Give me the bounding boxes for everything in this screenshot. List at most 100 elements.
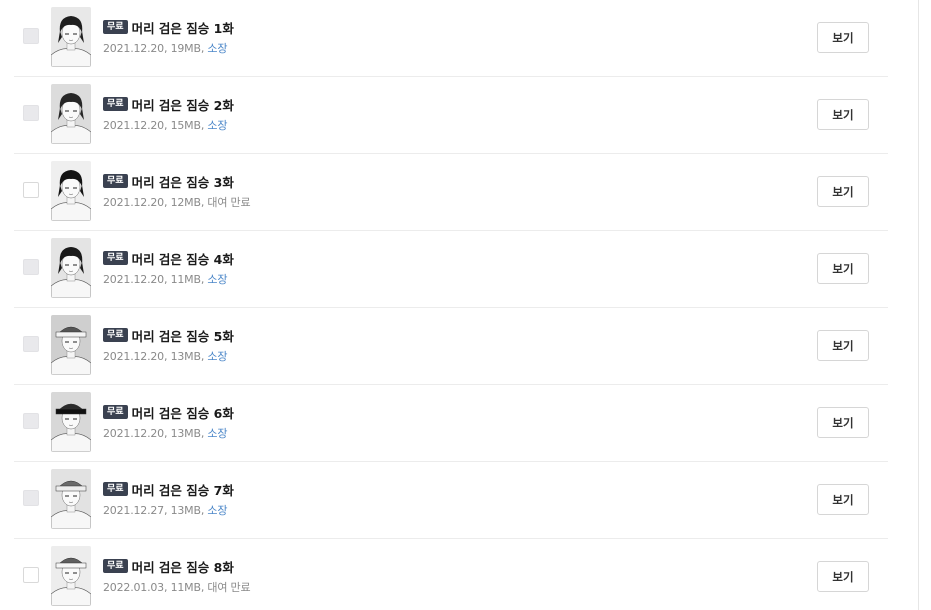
episode-row: 무료 머리 검은 짐승 2화 2021.12.20, 15MB, 소장 보기 [14, 77, 888, 154]
episode-thumbnail[interactable] [51, 84, 91, 144]
episode-status: 소장 [207, 504, 228, 517]
view-button[interactable]: 보기 [817, 330, 869, 361]
episode-date: 2021.12.20 [103, 42, 164, 55]
episode-thumbnail[interactable] [51, 546, 91, 606]
episode-date: 2021.12.20 [103, 350, 164, 363]
episode-thumbnail[interactable] [51, 161, 91, 221]
episode-title[interactable]: 머리 검은 짐승 4화 [132, 249, 234, 268]
episode-cover-icon [51, 238, 91, 298]
episode-cover-icon [51, 7, 91, 67]
episode-date: 2021.12.27 [103, 504, 164, 517]
episode-meta: 2022.01.03, 11MB, 대여 만료 [103, 581, 251, 594]
episode-status: 소장 [207, 273, 228, 286]
episode-status: 대여 만료 [207, 581, 251, 594]
episode-title[interactable]: 머리 검은 짐승 1화 [132, 18, 234, 37]
episode-size: 13MB [170, 350, 201, 363]
episode-date: 2021.12.20 [103, 119, 164, 132]
episode-thumbnail[interactable] [51, 469, 91, 529]
episode-title-line: 무료 머리 검은 짐승 7화 [103, 480, 234, 498]
view-button[interactable]: 보기 [817, 561, 869, 592]
episode-thumbnail[interactable] [51, 238, 91, 298]
episode-meta: 2021.12.20, 13MB, 소장 [103, 350, 228, 363]
episode-row: 무료 머리 검은 짐승 7화 2021.12.27, 13MB, 소장 보기 [14, 462, 888, 539]
episode-size: 11MB [170, 273, 201, 286]
episode-size: 13MB [170, 427, 201, 440]
episode-date: 2021.12.20 [103, 196, 164, 209]
free-badge: 무료 [103, 482, 128, 496]
view-button[interactable]: 보기 [817, 99, 869, 130]
episode-select-checkbox[interactable] [23, 182, 39, 198]
episode-title-line: 무료 머리 검은 짐승 1화 [103, 18, 234, 36]
view-button[interactable]: 보기 [817, 22, 869, 53]
episode-meta: 2021.12.20, 15MB, 소장 [103, 119, 228, 132]
free-badge: 무료 [103, 174, 128, 188]
episode-info: 무료 머리 검은 짐승 7화 2021.12.27, 13MB, 소장 [103, 480, 234, 518]
episode-size: 13MB [170, 504, 201, 517]
episode-title[interactable]: 머리 검은 짐승 3화 [132, 172, 234, 191]
episode-select-checkbox[interactable] [23, 490, 39, 506]
episode-cover-icon [51, 315, 91, 375]
episode-size: 11MB [170, 581, 201, 594]
episode-row: 무료 머리 검은 짐승 8화 2022.01.03, 11MB, 대여 만료 보… [14, 539, 888, 610]
episode-select-checkbox[interactable] [23, 259, 39, 275]
episode-status: 소장 [207, 119, 228, 132]
episode-date: 2021.12.20 [103, 273, 164, 286]
episode-thumbnail[interactable] [51, 392, 91, 452]
episode-list: 무료 머리 검은 짐승 1화 2021.12.20, 19MB, 소장 보기 무… [14, 0, 888, 610]
episode-cover-icon [51, 546, 91, 606]
episode-title-line: 무료 머리 검은 짐승 5화 [103, 326, 234, 344]
episode-cover-icon [51, 161, 91, 221]
free-badge: 무료 [103, 559, 128, 573]
episode-cover-icon [51, 392, 91, 452]
episode-title[interactable]: 머리 검은 짐승 6화 [132, 403, 234, 422]
free-badge: 무료 [103, 251, 128, 265]
episode-status: 소장 [207, 42, 228, 55]
episode-title[interactable]: 머리 검은 짐승 7화 [132, 480, 234, 499]
episode-meta: 2021.12.20, 13MB, 소장 [103, 427, 228, 440]
episode-meta: 2021.12.20, 12MB, 대여 만료 [103, 196, 251, 209]
view-button[interactable]: 보기 [817, 253, 869, 284]
episode-row: 무료 머리 검은 짐승 5화 2021.12.20, 13MB, 소장 보기 [14, 308, 888, 385]
free-badge: 무료 [103, 405, 128, 419]
episode-date: 2021.12.20 [103, 427, 164, 440]
episode-title-line: 무료 머리 검은 짐승 3화 [103, 172, 250, 190]
episode-size: 19MB [170, 42, 201, 55]
free-badge: 무료 [103, 20, 128, 34]
view-button[interactable]: 보기 [817, 484, 869, 515]
episode-status: 대여 만료 [207, 196, 251, 209]
episode-select-checkbox[interactable] [23, 413, 39, 429]
episode-row: 무료 머리 검은 짐승 6화 2021.12.20, 13MB, 소장 보기 [14, 385, 888, 462]
episode-title[interactable]: 머리 검은 짐승 5화 [132, 326, 234, 345]
episode-row: 무료 머리 검은 짐승 4화 2021.12.20, 11MB, 소장 보기 [14, 231, 888, 308]
episode-info: 무료 머리 검은 짐승 2화 2021.12.20, 15MB, 소장 [103, 95, 234, 133]
episode-info: 무료 머리 검은 짐승 1화 2021.12.20, 19MB, 소장 [103, 18, 234, 56]
episode-title[interactable]: 머리 검은 짐승 2화 [132, 95, 234, 114]
episode-status: 소장 [207, 350, 228, 363]
episode-info: 무료 머리 검은 짐승 3화 2021.12.20, 12MB, 대여 만료 [103, 172, 251, 210]
episode-select-checkbox[interactable] [23, 105, 39, 121]
episode-meta: 2021.12.27, 13MB, 소장 [103, 504, 228, 517]
episode-list-page: 무료 머리 검은 짐승 1화 2021.12.20, 19MB, 소장 보기 무… [0, 0, 931, 610]
episode-select-checkbox[interactable] [23, 336, 39, 352]
view-button[interactable]: 보기 [817, 407, 869, 438]
view-button[interactable]: 보기 [817, 176, 869, 207]
free-badge: 무료 [103, 328, 128, 342]
episode-info: 무료 머리 검은 짐승 5화 2021.12.20, 13MB, 소장 [103, 326, 234, 364]
episode-date: 2022.01.03 [103, 581, 164, 594]
episode-thumbnail[interactable] [51, 315, 91, 375]
episode-thumbnail[interactable] [51, 7, 91, 67]
episode-info: 무료 머리 검은 짐승 6화 2021.12.20, 13MB, 소장 [103, 403, 234, 441]
episode-select-checkbox[interactable] [23, 567, 39, 583]
episode-title-line: 무료 머리 검은 짐승 2화 [103, 95, 234, 113]
episode-cover-icon [51, 469, 91, 529]
episode-info: 무료 머리 검은 짐승 4화 2021.12.20, 11MB, 소장 [103, 249, 234, 287]
episode-info: 무료 머리 검은 짐승 8화 2022.01.03, 11MB, 대여 만료 [103, 557, 251, 595]
episode-row: 무료 머리 검은 짐승 3화 2021.12.20, 12MB, 대여 만료 보… [14, 154, 888, 231]
episode-title-line: 무료 머리 검은 짐승 4화 [103, 249, 234, 267]
episode-size: 15MB [170, 119, 201, 132]
episode-title-line: 무료 머리 검은 짐승 6화 [103, 403, 234, 421]
episode-title[interactable]: 머리 검은 짐승 8화 [132, 557, 234, 576]
episode-status: 소장 [207, 427, 228, 440]
episode-select-checkbox[interactable] [23, 28, 39, 44]
episode-cover-icon [51, 84, 91, 144]
